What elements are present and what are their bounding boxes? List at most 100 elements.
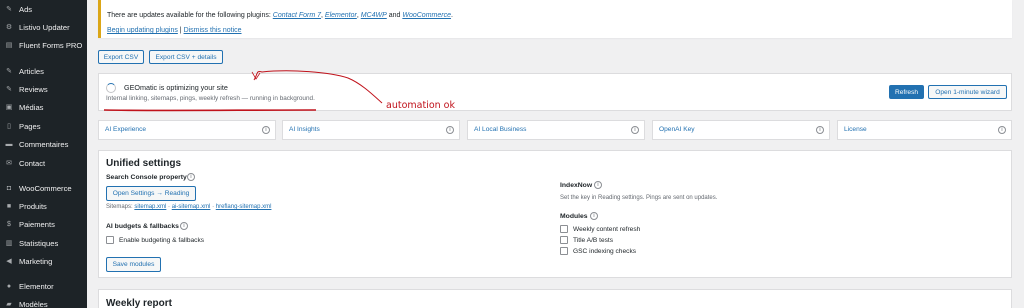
annotation-text: automation ok [386,100,455,111]
sitemap-link[interactable]: sitemap.xml [134,204,166,210]
sidebar-item-pages[interactable]: ▯ Pages [0,119,87,133]
info-icon[interactable]: i [180,222,188,230]
elementor-icon: ● [6,282,12,290]
tab-ai-insights[interactable]: AI Insights i [282,120,460,140]
tab-ai-local-business[interactable]: AI Local Business i [467,120,645,140]
tab-ai-experience[interactable]: AI Experience i [98,120,276,140]
sidebar-item-label: Elementor [19,281,54,291]
tab-openai-key[interactable]: OpenAI Key i [652,120,830,140]
tab-label: License [844,126,867,133]
refresh-button[interactable]: Refresh [889,85,924,99]
folder-icon: ▰ [6,300,12,308]
gear-icon: ⚙ [5,23,13,31]
sidebar-item-ads[interactable]: ✎ Ads [0,2,87,16]
sidebar-item-paiements[interactable]: $ Paiements [0,217,87,231]
unified-settings-card: Unified settings Search Console property… [98,150,1012,278]
save-modules-button[interactable]: Save modules [106,257,161,272]
sidebar-item-label: Listivo Updater [19,22,70,32]
module-title-ab-row[interactable]: Title A/B tests [560,236,613,244]
notice-actions: Begin updating plugins | Dismiss this no… [107,27,242,34]
sidebar-item-produits[interactable]: ■ Produits [0,199,87,213]
sidebar-item-label: Statistiques [19,238,59,248]
sidebar-item-articles[interactable]: ✎ Articles [0,64,87,78]
open-settings-reading-button[interactable]: Open Settings → Reading [106,186,196,201]
module-gsc-checks-row[interactable]: GSC indexing checks [560,247,636,255]
sidebar-item-label: Marketing [19,256,53,266]
dollar-icon: $ [7,220,11,228]
forms-icon: ▤ [5,41,13,49]
sidebar-item-contact[interactable]: ✉ Contact [0,156,87,170]
sidebar-item-commentaires[interactable]: ▬ Commentaires [0,137,87,151]
begin-updating-link[interactable]: Begin updating plugins [107,27,178,34]
checkbox[interactable] [560,225,568,233]
sidebar-item-woocommerce[interactable]: ◘ WooCommerce [0,181,87,195]
tab-label: AI Insights [289,126,320,133]
sidebar-item-label: Reviews [19,84,48,94]
export-csv-button[interactable]: Export CSV [98,50,144,64]
info-icon[interactable]: i [631,126,639,134]
info-icon[interactable]: i [816,126,824,134]
indexnow-label: IndexNow [560,182,593,189]
sidebar-item-label: Paiements [19,219,55,229]
pin-icon: ✎ [6,85,12,93]
plugin-link-mc4wp[interactable]: MC4WP [361,12,387,19]
dismiss-notice-link[interactable]: Dismiss this notice [184,27,242,34]
settings-title: Unified settings [106,158,182,169]
info-icon[interactable]: i [262,126,270,134]
sidebar-item-label: Pages [19,121,41,131]
checkbox[interactable] [560,247,568,255]
sidebar-item-statistiques[interactable]: ▥ Statistiques [0,236,87,250]
notice-prefix: There are updates available for the foll… [107,12,273,19]
sitemaps-prefix: Sitemaps: [106,204,135,210]
info-icon[interactable]: i [594,181,602,189]
info-icon[interactable]: i [590,212,598,220]
comment-icon: ▬ [5,140,13,148]
status-title: GEOmatic is optimizing your site [124,83,228,92]
sidebar-item-reviews[interactable]: ✎ Reviews [0,82,87,96]
pin-icon: ✎ [6,5,12,13]
plugin-link-elementor[interactable]: Elementor [325,12,357,19]
open-wizard-button[interactable]: Open 1-minute wizard [928,85,1007,99]
checkbox[interactable] [560,236,568,244]
sidebar-item-label: Médias [19,102,44,112]
ai-sitemap-link[interactable]: ai-sitemap.xml [172,204,211,210]
export-csv-details-button[interactable]: Export CSV + details [149,50,223,64]
separator: and [386,12,403,19]
sidebar-item-marketing[interactable]: ◀ Marketing [0,254,87,268]
spinner-icon [106,83,116,93]
weekly-report-card: Weekly report [98,289,1012,308]
tab-label: AI Local Business [474,126,527,133]
plugin-link-contact-form-7[interactable]: Contact Form 7 [273,12,321,19]
info-icon[interactable]: i [998,126,1006,134]
plugin-link-woocommerce[interactable]: WooCommerce [402,12,451,19]
sidebar-item-label: Fluent Forms PRO [19,40,83,50]
sidebar-item-label: Articles [19,66,44,76]
info-icon[interactable]: i [446,126,454,134]
sidebar-item-fluent-forms[interactable]: ▤ Fluent Forms PRO [0,38,87,52]
weekly-report-title: Weekly report [106,298,172,308]
sidebar-item-label: Modèles [19,299,48,308]
modules-label: Modules [560,213,588,220]
checkbox[interactable] [106,236,114,244]
megaphone-icon: ◀ [6,257,12,265]
hreflang-sitemap-link[interactable]: hreflang-sitemap.xml [216,204,272,210]
status-card: GEOmatic is optimizing your site Interna… [98,73,1012,111]
sidebar-item-modeles[interactable]: ▰ Modèles [0,297,87,308]
sidebar-item-label: Ads [19,4,33,14]
sidebar-item-label: Commentaires [19,139,69,149]
checkbox-label: Weekly content refresh [573,225,641,233]
sidebar-item-listivo-updater[interactable]: ⚙ Listivo Updater [0,20,87,34]
module-weekly-refresh-row[interactable]: Weekly content refresh [560,225,640,233]
ai-budgets-label: AI budgets & fallbacks [106,223,179,230]
sidebar-item-medias[interactable]: ▣ Médias [0,100,87,114]
checkbox-label: Title A/B tests [573,236,614,244]
sidebar-item-elementor[interactable]: ● Elementor [0,279,87,293]
tab-label: OpenAI Key [659,126,695,133]
media-icon: ▣ [5,103,13,111]
tab-license[interactable]: License i [837,120,1012,140]
notice-text: There are updates available for the foll… [107,12,453,19]
enable-budgeting-checkbox-row[interactable]: Enable budgeting & fallbacks [106,236,204,244]
pin-icon: ✎ [6,67,12,75]
info-icon[interactable]: i [187,173,195,181]
search-console-label: Search Console property [106,174,187,181]
